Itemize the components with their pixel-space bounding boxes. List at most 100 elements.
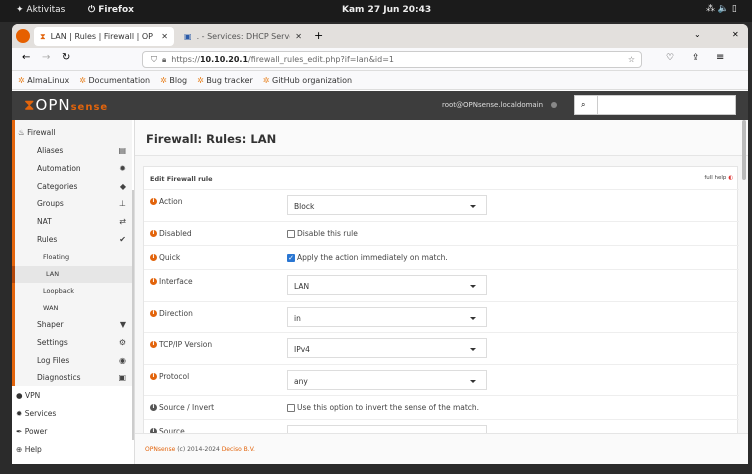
sidebar-item-label: Services (24, 409, 57, 418)
info-icon[interactable]: i (150, 230, 157, 237)
label-text: Interface (159, 277, 193, 286)
checkbox-label: Apply the action immediately on match. (297, 253, 448, 262)
quick-checkbox[interactable]: ✓ (287, 253, 295, 262)
footer-brand-link[interactable]: OPNsense (145, 446, 175, 453)
bookmark-blog[interactable]: ✲ Blog (160, 76, 187, 85)
page-scrollbar[interactable] (742, 120, 746, 180)
sidebar-item-nat[interactable]: NAT ⇄ (12, 213, 132, 230)
tab-lan-rules[interactable]: ⧗ LAN | Rules | Firewall | OP ✕ (34, 27, 174, 46)
search-input[interactable] (597, 96, 735, 114)
firefox-icon[interactable] (16, 29, 30, 43)
extensions-icon[interactable]: ⇪ (692, 53, 700, 63)
interface-label: i Interface (150, 277, 193, 286)
action-select[interactable]: Block (287, 195, 487, 215)
row-ipver: i TCP/IP Version IPv4 (144, 333, 739, 365)
forward-button[interactable]: → (42, 52, 50, 63)
info-icon[interactable]: i (150, 254, 157, 261)
sidebar-item-label: Floating (43, 253, 70, 262)
protocol-label: i Protocol (150, 372, 189, 381)
full-help-label: full help (704, 175, 727, 181)
srcinv-checkbox[interactable] (287, 403, 295, 412)
url-host: 10.10.20.1 (199, 55, 249, 64)
info-icon[interactable]: i (150, 373, 157, 380)
direction-select[interactable]: in (287, 307, 487, 327)
close-tab-icon[interactable]: ✕ (161, 32, 168, 41)
sidebar-item-rules-lan[interactable]: LAN (12, 265, 132, 283)
menu-icon[interactable]: ≡ (716, 52, 724, 63)
bookmark-bug-tracker[interactable]: ✲ Bug tracker (197, 76, 253, 85)
row-interface: i Interface LAN (144, 270, 739, 302)
checkbox-label: Disable this rule (297, 229, 358, 238)
sidebar-item-power[interactable]: ✒ Power (12, 423, 132, 440)
sidebar-item-label: WAN (43, 303, 59, 312)
sidebar-item-firewall[interactable]: ♨ Firewall (12, 124, 132, 141)
sidebar-item-label: VPN (24, 391, 41, 401)
globe-icon: ● (16, 391, 23, 401)
sidebar-item-services[interactable]: ✹ Services (12, 405, 132, 422)
pocket-icon[interactable]: ♡ (666, 53, 674, 63)
sidebar-item-label: Settings (37, 337, 68, 347)
url-prefix: https:// (171, 55, 200, 64)
back-button[interactable]: ← (22, 52, 30, 63)
protocol-select[interactable]: any (287, 370, 487, 390)
clock[interactable]: Kam 27 Jun 20:43 (342, 5, 431, 15)
check-icon: ✔ (119, 235, 126, 244)
bookmark-star-icon[interactable]: ☆ (628, 55, 635, 64)
full-help-toggle[interactable]: full help ◐ (704, 175, 733, 181)
sidebar-item-rules-loopback[interactable]: Loopback (12, 282, 132, 299)
disabled-label: i Disabled (150, 229, 192, 238)
exchange-icon: ⇄ (119, 217, 126, 227)
sidebar-scrollbar[interactable] (132, 190, 134, 440)
bookmark-almalinux[interactable]: ✲ AlmaLinux (18, 76, 69, 85)
info-icon[interactable]: i (150, 198, 157, 205)
srcinv-checkbox-group[interactable]: Use this option to invert the sense of t… (287, 403, 479, 412)
sidebar-item-categories[interactable]: Categories ◆ (12, 178, 132, 195)
interface-select[interactable]: LAN (287, 275, 487, 295)
sidebar-item-diagnostics[interactable]: Diagnostics ▣ (12, 369, 132, 386)
user-label[interactable]: root@OPNsense.localdomain (442, 101, 543, 109)
sidebar-item-settings[interactable]: Settings ⚙ (12, 334, 132, 351)
sidebar-item-help[interactable]: ⊕ Help (12, 441, 132, 458)
info-icon[interactable]: i (150, 278, 157, 285)
info-icon[interactable]: i (150, 404, 157, 411)
ipver-select[interactable]: IPv4 (287, 338, 487, 358)
main-content: Firewall: Rules: LAN Edit Firewall rule … (135, 120, 748, 464)
panel-heading: Edit Firewall rule full help ◐ (144, 167, 739, 190)
sidebar-item-rules-floating[interactable]: Floating (12, 249, 132, 266)
sidebar-item-groups[interactable]: Groups ⊥ (12, 195, 132, 212)
navigation-bar: ← → ↻ ⛉ 🔒︎ https://10.10.20.1/firewall_rul… (12, 48, 748, 71)
eye-icon: ◉ (119, 355, 126, 365)
url-bar[interactable]: ⛉ 🔒︎ https://10.10.20.1/firewall_rules_edi… (142, 51, 642, 68)
reload-button[interactable]: ↻ (62, 52, 70, 63)
disabled-checkbox[interactable] (287, 229, 295, 238)
quick-checkbox-group[interactable]: ✓ Apply the action immediately on match. (287, 253, 448, 262)
system-tray-icons[interactable]: ⁂ 🔈 ▯ (706, 4, 737, 14)
sidebar-item-aliases[interactable]: Aliases ▤ (12, 142, 132, 159)
sidebar-item-rules[interactable]: Rules ✔ (12, 231, 132, 248)
tab-dhcp[interactable]: ▣ . - Services: DHCP Server: ✕ (178, 27, 308, 46)
new-tab-button[interactable]: + (314, 29, 323, 42)
info-icon[interactable]: i (150, 310, 157, 317)
sidebar-item-label: Shaper (37, 320, 64, 329)
info-icon[interactable]: i (150, 341, 157, 348)
sidebar-item-automation[interactable]: Automation ✹ (12, 160, 132, 177)
bookmark-github[interactable]: ✲ GitHub organization (263, 76, 352, 85)
tab-list-chevron-icon[interactable]: ⌄ (694, 30, 701, 39)
footer-company-link[interactable]: Deciso B.V. (222, 446, 255, 453)
app-menu[interactable]: ⏻ Firefox (88, 5, 134, 15)
close-tab-icon[interactable]: ✕ (295, 32, 302, 41)
opnsense-logo[interactable]: ⧗OPNsense (24, 96, 108, 114)
sidebar-item-shaper[interactable]: Shaper ▼ (12, 316, 132, 333)
sidebar-item-label: NAT (37, 217, 52, 227)
label-text: Disabled (159, 229, 192, 238)
label-text: Source / Invert (159, 403, 215, 412)
sidebar-item-vpn[interactable]: ● VPN (12, 387, 132, 404)
activities-button[interactable]: ✦ Aktivitas (16, 5, 65, 15)
medkit-icon: ▣ (118, 373, 126, 383)
sidebar-item-rules-wan[interactable]: WAN (12, 299, 132, 316)
bookmark-documentation[interactable]: ✲ Documentation (79, 76, 150, 85)
disabled-checkbox-group[interactable]: Disable this rule (287, 229, 358, 238)
close-window-icon[interactable]: ✕ (732, 30, 739, 39)
sidebar-item-log-files[interactable]: Log Files ◉ (12, 352, 132, 369)
tags-icon: ◆ (119, 181, 126, 191)
